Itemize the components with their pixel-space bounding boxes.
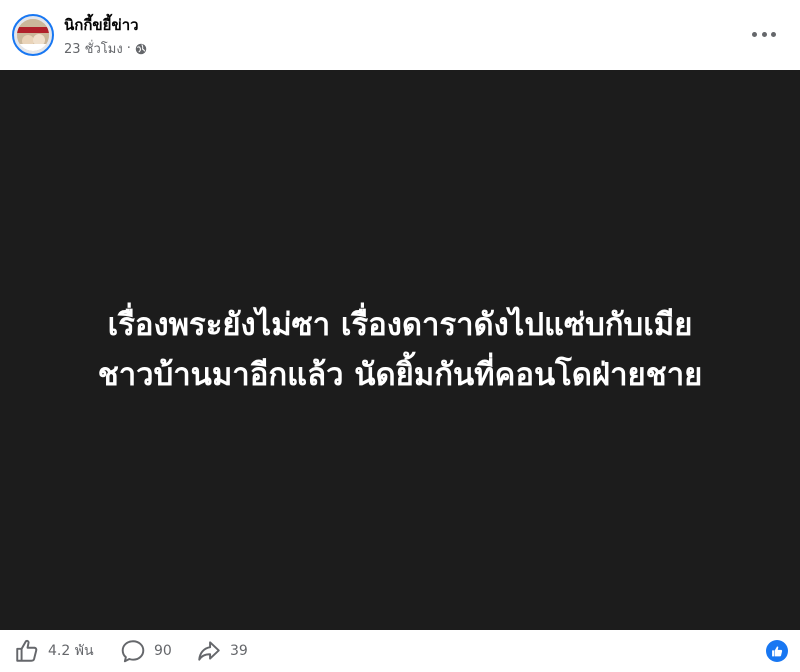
author-name[interactable]: นิกกี้ขยี้ข่าว: [64, 13, 139, 37]
dot: [771, 31, 776, 37]
thumbs-up-icon: [771, 645, 782, 656]
more-options-icon[interactable]: [752, 24, 776, 44]
image-text-line-2: ชาวบ้านมาอีกแล้ว นัดยิ้มกันที่คอนโดฝ่ายช…: [97, 357, 703, 393]
thumbs-up-icon: [16, 639, 38, 662]
dot: [761, 31, 767, 37]
avatar-image: [17, 19, 49, 51]
comment-icon: [121, 640, 145, 663]
share-count: 39: [230, 643, 248, 659]
share-icon: [198, 641, 220, 661]
like-count: 4.2 พัน: [48, 643, 94, 659]
comment-count: 90: [154, 643, 172, 659]
post-footer: 4.2 พัน 90 39: [0, 630, 800, 672]
like-reaction-icon[interactable]: [766, 640, 788, 662]
post-meta: 23 ชั่วโมง ·: [64, 38, 147, 59]
post-image[interactable]: เรื่องพระยังไม่ซา เรื่องดาราดังไปแซ่บกับ…: [0, 70, 800, 630]
globe-icon[interactable]: [135, 43, 147, 55]
share-button[interactable]: 39: [196, 638, 248, 664]
post-time[interactable]: 23 ชั่วโมง: [64, 38, 123, 59]
dot: [752, 31, 757, 37]
like-button[interactable]: 4.2 พัน: [14, 638, 94, 664]
post-header: นิกกี้ขยี้ข่าว 23 ชั่วโมง ·: [0, 0, 800, 70]
author-avatar[interactable]: [12, 14, 54, 56]
meta-separator: ·: [126, 41, 131, 56]
image-text-line-1: เรื่องพระยังไม่ซา เรื่องดาราดังไปแซ่บกับ…: [107, 307, 693, 343]
comment-button[interactable]: 90: [120, 638, 172, 664]
